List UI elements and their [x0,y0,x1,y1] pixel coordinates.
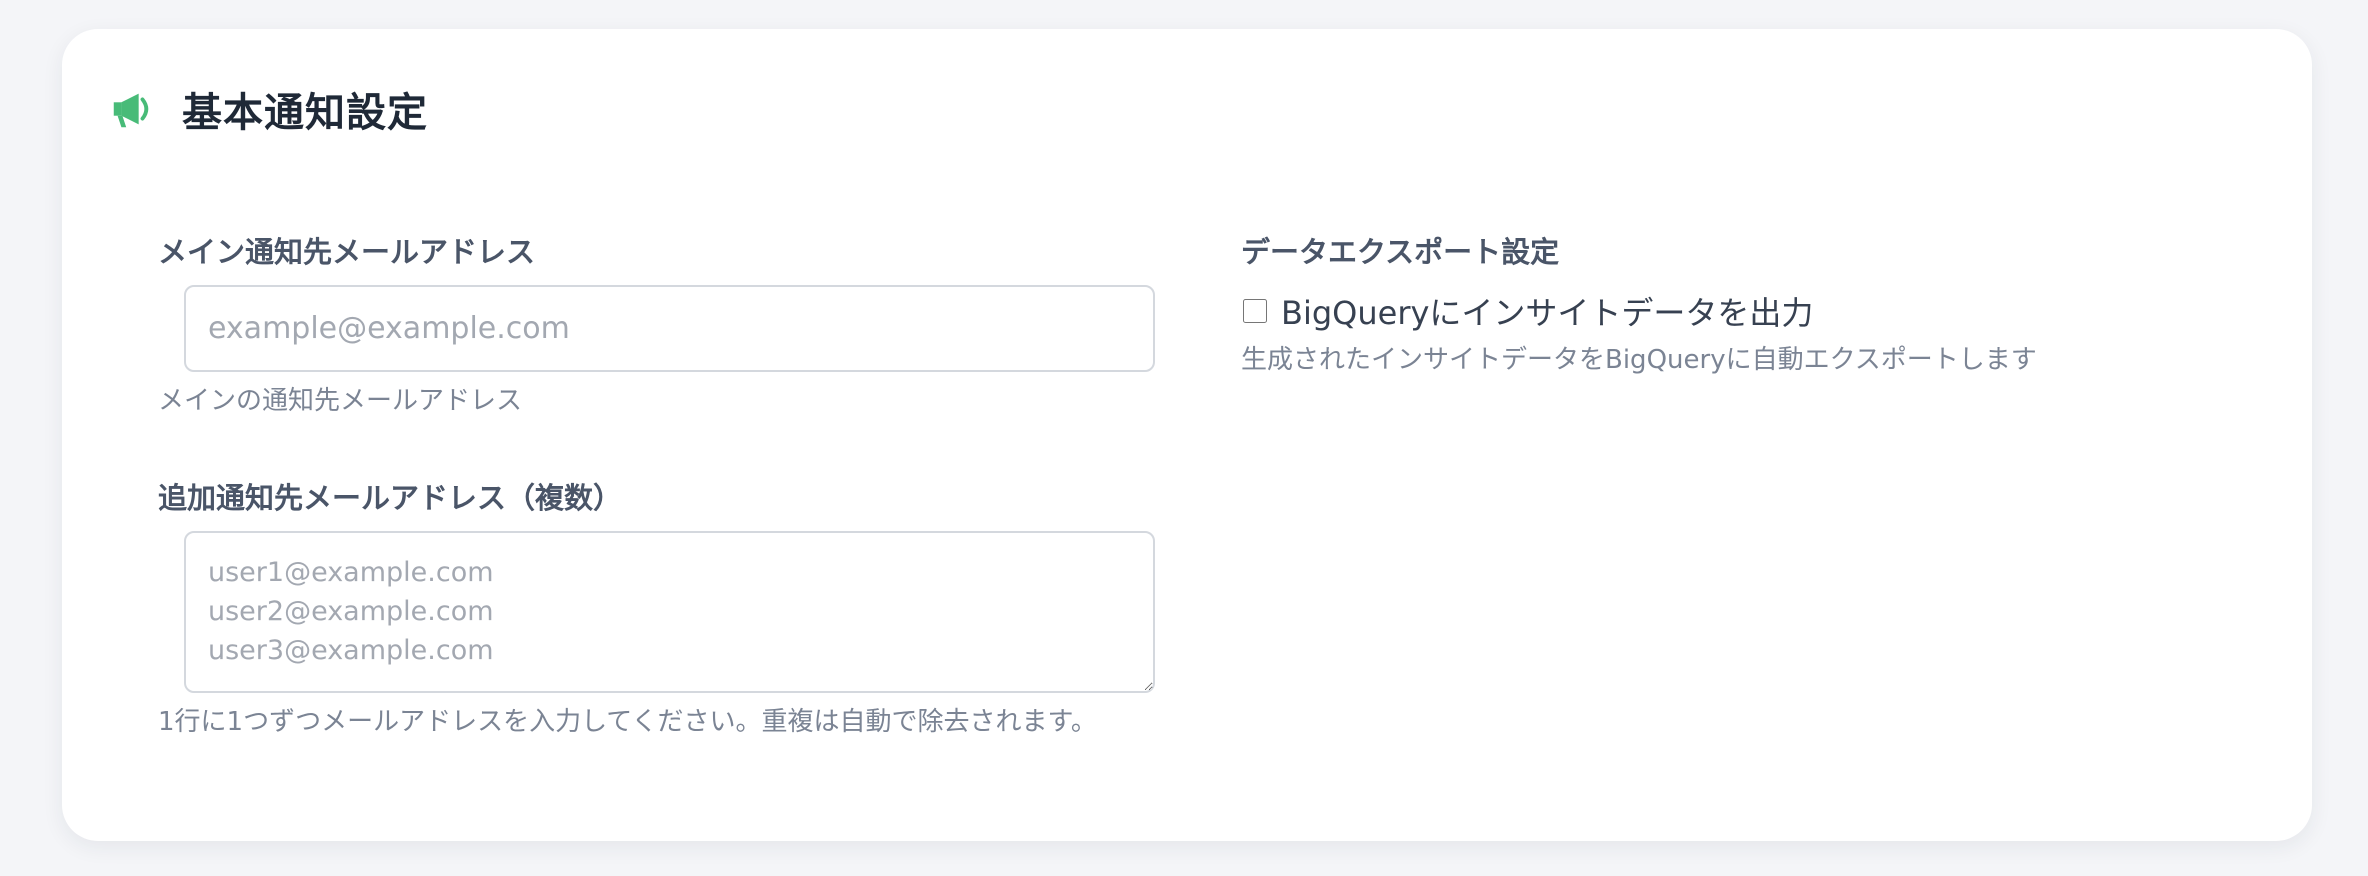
main-email-input[interactable] [184,285,1155,372]
additional-emails-label: 追加通知先メールアドレス（複数） [158,481,623,515]
data-export-label: データエクスポート設定 [1241,235,1560,269]
additional-emails-help: 1行に1つずつメールアドレスを入力してください。重複は自動で除去されます。 [158,707,1097,737]
bigquery-export-help: 生成されたインサイトデータをBigQueryに自動エクスポートします [1241,345,2037,375]
bigquery-export-option[interactable]: BigQueryにインサイトデータを出力 [1241,283,2241,339]
main-email-help: メインの通知先メールアドレス [158,386,523,416]
bigquery-export-checkbox[interactable] [1243,299,1267,323]
bigquery-export-checkbox-label[interactable]: BigQueryにインサイトデータを出力 [1281,288,1813,334]
email-settings-column: メイン通知先メールアドレス メインの通知先メールアドレス 追加通知先メールアドレ… [158,227,1158,741]
data-export-column: データエクスポート設定 BigQueryにインサイトデータを出力 生成されたイン… [1241,227,2241,379]
notification-settings-card: 基本通知設定 メイン通知先メールアドレス メインの通知先メールアドレス 追加通知… [62,29,2312,841]
main-email-group: メイン通知先メールアドレス メインの通知先メールアドレス [158,227,1158,420]
card-header: 基本通知設定 [108,69,428,149]
main-email-label: メイン通知先メールアドレス [158,235,536,269]
page-title: 基本通知設定 [182,90,428,136]
megaphone-icon [108,86,154,132]
additional-emails-group: 追加通知先メールアドレス（複数） 1行に1つずつメールアドレスを入力してください… [158,473,1158,741]
additional-emails-textarea[interactable] [184,531,1155,693]
